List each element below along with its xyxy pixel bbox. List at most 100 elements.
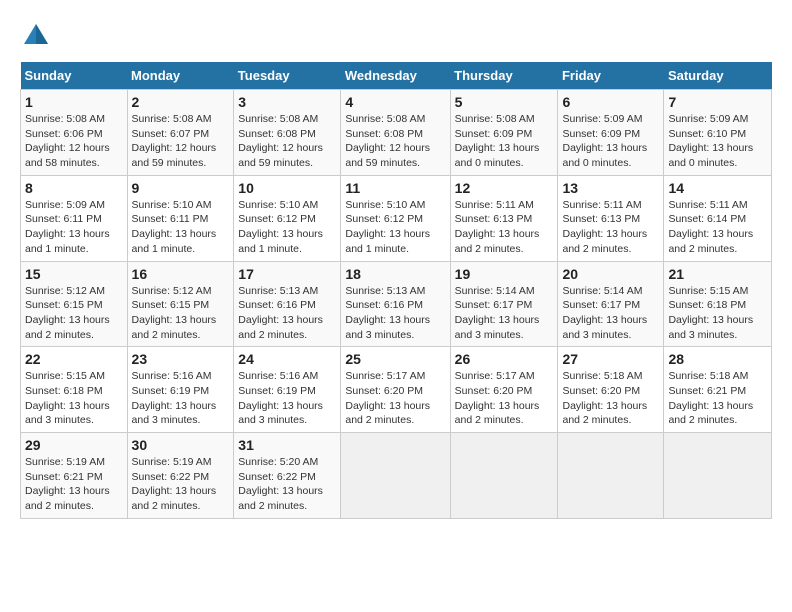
page-header (20, 20, 772, 52)
calendar-cell: 27 Sunrise: 5:18 AMSunset: 6:20 PMDayligh… (558, 347, 664, 433)
day-info: Sunrise: 5:10 AMSunset: 6:12 PMDaylight:… (345, 198, 445, 257)
day-info: Sunrise: 5:12 AMSunset: 6:15 PMDaylight:… (25, 284, 123, 343)
day-number: 11 (345, 180, 445, 196)
calendar-cell (664, 433, 772, 519)
day-info: Sunrise: 5:10 AMSunset: 6:11 PMDaylight:… (132, 198, 230, 257)
day-info: Sunrise: 5:09 AMSunset: 6:09 PMDaylight:… (562, 112, 659, 171)
day-info: Sunrise: 5:10 AMSunset: 6:12 PMDaylight:… (238, 198, 336, 257)
calendar-cell: 24 Sunrise: 5:16 AMSunset: 6:19 PMDayligh… (234, 347, 341, 433)
day-number: 21 (668, 266, 767, 282)
day-number: 2 (132, 94, 230, 110)
day-info: Sunrise: 5:18 AMSunset: 6:21 PMDaylight:… (668, 369, 767, 428)
day-info: Sunrise: 5:14 AMSunset: 6:17 PMDaylight:… (562, 284, 659, 343)
day-info: Sunrise: 5:15 AMSunset: 6:18 PMDaylight:… (25, 369, 123, 428)
calendar-cell: 14Sunrise: 5:11 AMSunset: 6:14 PMDayligh… (664, 175, 772, 261)
day-info: Sunrise: 5:08 AMSunset: 6:08 PMDaylight:… (238, 112, 336, 171)
day-info: Sunrise: 5:16 AMSunset: 6:19 PMDaylight:… (132, 369, 230, 428)
calendar-cell: 22 Sunrise: 5:15 AMSunset: 6:18 PMDayligh… (21, 347, 128, 433)
day-info: Sunrise: 5:17 AMSunset: 6:20 PMDaylight:… (345, 369, 445, 428)
weekday-header: Tuesday (234, 62, 341, 90)
calendar-cell: 7Sunrise: 5:09 AMSunset: 6:10 PMDaylight… (664, 90, 772, 176)
day-info: Sunrise: 5:13 AMSunset: 6:16 PMDaylight:… (345, 284, 445, 343)
weekday-header: Thursday (450, 62, 558, 90)
calendar-cell: 31Sunrise: 5:20 AMSunset: 6:22 PMDayligh… (234, 433, 341, 519)
day-number: 18 (345, 266, 445, 282)
calendar-cell: 19Sunrise: 5:14 AMSunset: 6:17 PMDayligh… (450, 261, 558, 347)
calendar-cell: 26 Sunrise: 5:17 AMSunset: 6:20 PMDayligh… (450, 347, 558, 433)
calendar-cell: 4 Sunrise: 5:08 AMSunset: 6:08 PMDaylight… (341, 90, 450, 176)
day-number: 9 (132, 180, 230, 196)
day-number: 31 (238, 437, 336, 453)
calendar-cell: 3 Sunrise: 5:08 AMSunset: 6:08 PMDaylight… (234, 90, 341, 176)
calendar-cell: 6 Sunrise: 5:09 AMSunset: 6:09 PMDaylight… (558, 90, 664, 176)
day-number: 22 (25, 351, 123, 367)
weekday-header: Wednesday (341, 62, 450, 90)
day-number: 16 (132, 266, 230, 282)
day-info: Sunrise: 5:16 AMSunset: 6:19 PMDaylight:… (238, 369, 336, 428)
calendar-week-row: 1 Sunrise: 5:08 AMSunset: 6:06 PMDaylight… (21, 90, 772, 176)
day-info: Sunrise: 5:15 AMSunset: 6:18 PMDaylight:… (668, 284, 767, 343)
calendar-cell (450, 433, 558, 519)
day-info: Sunrise: 5:11 AMSunset: 6:13 PMDaylight:… (562, 198, 659, 257)
day-info: Sunrise: 5:08 AMSunset: 6:07 PMDaylight:… (132, 112, 230, 171)
calendar-cell: 15 Sunrise: 5:12 AMSunset: 6:15 PMDayligh… (21, 261, 128, 347)
day-number: 29 (25, 437, 123, 453)
day-number: 5 (455, 94, 554, 110)
calendar-cell: 12 Sunrise: 5:11 AMSunset: 6:13 PMDayligh… (450, 175, 558, 261)
day-info: Sunrise: 5:08 AMSunset: 6:08 PMDaylight:… (345, 112, 445, 171)
day-info: Sunrise: 5:18 AMSunset: 6:20 PMDaylight:… (562, 369, 659, 428)
day-number: 1 (25, 94, 123, 110)
calendar-cell: 25 Sunrise: 5:17 AMSunset: 6:20 PMDayligh… (341, 347, 450, 433)
day-number: 4 (345, 94, 445, 110)
day-number: 13 (562, 180, 659, 196)
calendar-cell (558, 433, 664, 519)
day-number: 3 (238, 94, 336, 110)
day-number: 24 (238, 351, 336, 367)
day-number: 25 (345, 351, 445, 367)
day-number: 10 (238, 180, 336, 196)
calendar-cell: 18 Sunrise: 5:13 AMSunset: 6:16 PMDayligh… (341, 261, 450, 347)
weekday-header: Monday (127, 62, 234, 90)
day-number: 27 (562, 351, 659, 367)
calendar-cell: 17 Sunrise: 5:13 AMSunset: 6:16 PMDayligh… (234, 261, 341, 347)
calendar-cell: 13 Sunrise: 5:11 AMSunset: 6:13 PMDayligh… (558, 175, 664, 261)
logo-icon (20, 20, 52, 52)
calendar-cell: 30Sunrise: 5:19 AMSunset: 6:22 PMDayligh… (127, 433, 234, 519)
logo (20, 20, 56, 52)
calendar-table: SundayMondayTuesdayWednesdayThursdayFrid… (20, 62, 772, 519)
calendar-cell: 16 Sunrise: 5:12 AMSunset: 6:15 PMDayligh… (127, 261, 234, 347)
day-info: Sunrise: 5:14 AMSunset: 6:17 PMDaylight:… (455, 284, 554, 343)
calendar-cell: 2 Sunrise: 5:08 AMSunset: 6:07 PMDaylight… (127, 90, 234, 176)
day-number: 26 (455, 351, 554, 367)
calendar-cell: 28Sunrise: 5:18 AMSunset: 6:21 PMDayligh… (664, 347, 772, 433)
weekday-header: Sunday (21, 62, 128, 90)
calendar-cell: 20 Sunrise: 5:14 AMSunset: 6:17 PMDayligh… (558, 261, 664, 347)
calendar-week-row: 22 Sunrise: 5:15 AMSunset: 6:18 PMDayligh… (21, 347, 772, 433)
calendar-cell: 8Sunrise: 5:09 AMSunset: 6:11 PMDaylight… (21, 175, 128, 261)
day-info: Sunrise: 5:09 AMSunset: 6:11 PMDaylight:… (25, 198, 123, 257)
day-info: Sunrise: 5:12 AMSunset: 6:15 PMDaylight:… (132, 284, 230, 343)
weekday-header: Friday (558, 62, 664, 90)
weekday-header-row: SundayMondayTuesdayWednesdayThursdayFrid… (21, 62, 772, 90)
day-info: Sunrise: 5:08 AMSunset: 6:06 PMDaylight:… (25, 112, 123, 171)
day-info: Sunrise: 5:08 AMSunset: 6:09 PMDaylight:… (455, 112, 554, 171)
calendar-week-row: 8Sunrise: 5:09 AMSunset: 6:11 PMDaylight… (21, 175, 772, 261)
day-number: 12 (455, 180, 554, 196)
weekday-header: Saturday (664, 62, 772, 90)
calendar-cell: 29Sunrise: 5:19 AMSunset: 6:21 PMDayligh… (21, 433, 128, 519)
day-number: 7 (668, 94, 767, 110)
calendar-cell: 11 Sunrise: 5:10 AMSunset: 6:12 PMDayligh… (341, 175, 450, 261)
calendar-cell: 9 Sunrise: 5:10 AMSunset: 6:11 PMDaylight… (127, 175, 234, 261)
day-number: 17 (238, 266, 336, 282)
day-number: 20 (562, 266, 659, 282)
day-number: 23 (132, 351, 230, 367)
day-number: 14 (668, 180, 767, 196)
day-number: 6 (562, 94, 659, 110)
calendar-week-row: 15 Sunrise: 5:12 AMSunset: 6:15 PMDayligh… (21, 261, 772, 347)
day-info: Sunrise: 5:11 AMSunset: 6:13 PMDaylight:… (455, 198, 554, 257)
calendar-cell: 21 Sunrise: 5:15 AMSunset: 6:18 PMDayligh… (664, 261, 772, 347)
day-info: Sunrise: 5:13 AMSunset: 6:16 PMDaylight:… (238, 284, 336, 343)
day-info: Sunrise: 5:17 AMSunset: 6:20 PMDaylight:… (455, 369, 554, 428)
calendar-cell: 1 Sunrise: 5:08 AMSunset: 6:06 PMDaylight… (21, 90, 128, 176)
day-number: 15 (25, 266, 123, 282)
